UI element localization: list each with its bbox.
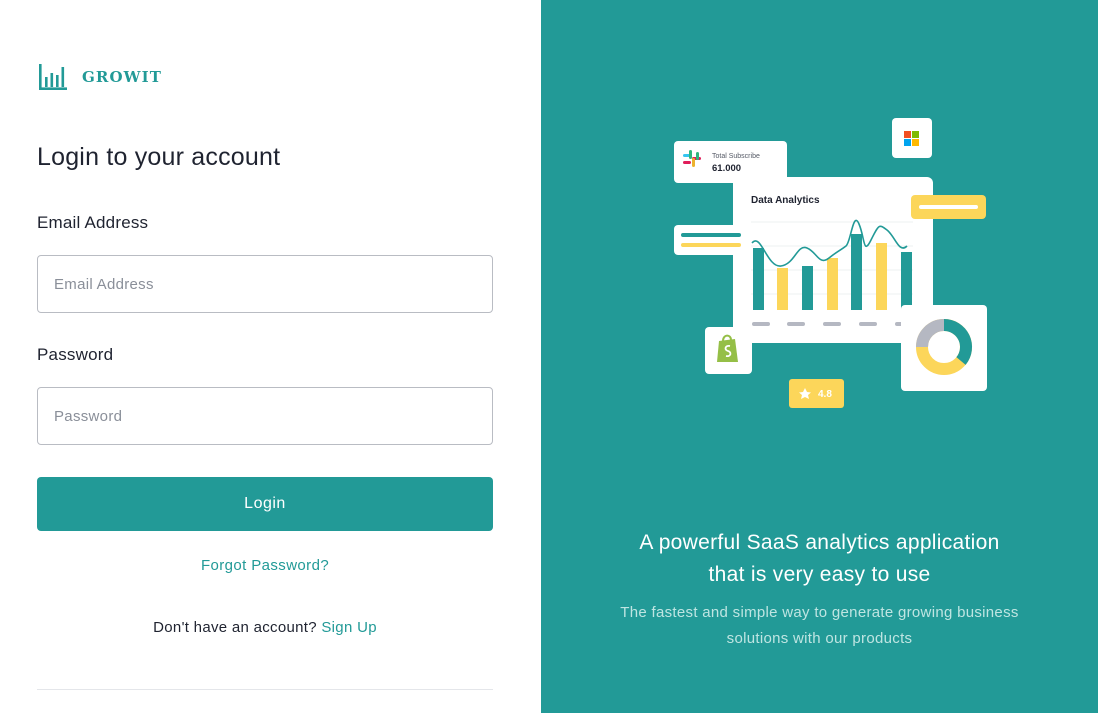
subscribe-label: Total Subscribe (712, 153, 760, 160)
password-label: Password (37, 345, 114, 364)
rating-badge (789, 379, 844, 408)
brand-logo[interactable]: GROWIT (38, 62, 162, 92)
chart-bar (777, 268, 788, 310)
rating-value: 4.8 (818, 389, 832, 400)
chart-bar (753, 248, 764, 310)
email-label: Email Address (37, 213, 149, 232)
analytics-illustration: Data Analytics Total Subscribe 61.000 4.… (674, 118, 987, 408)
divider (37, 689, 493, 690)
chart-bar (851, 234, 862, 310)
no-account-text: Don't have an account? (153, 619, 317, 636)
chart-title: Data Analytics (751, 195, 820, 206)
chart-bar (901, 252, 912, 310)
promo-subtext-line1: The fastest and simple way to generate g… (620, 604, 1019, 621)
signup-prompt: Don't have an account? Sign Up (37, 619, 493, 636)
subscribe-card (674, 141, 787, 183)
login-button[interactable]: Login (37, 477, 493, 531)
login-panel: GROWIT Login to your account Email Addre… (0, 0, 541, 713)
chart-bar (876, 243, 887, 310)
subscribe-value: 61.000 (712, 163, 741, 174)
promo-subtext-line2: solutions with our products (726, 630, 913, 647)
brand-name: GROWIT (82, 68, 162, 86)
promo-subtext: The fastest and simple way to generate g… (541, 600, 1098, 652)
email-field[interactable] (37, 255, 493, 313)
signup-link[interactable]: Sign Up (321, 619, 376, 636)
chart-bar (802, 266, 813, 310)
promo-panel: Data Analytics Total Subscribe 61.000 4.… (541, 0, 1098, 713)
donut-card (901, 305, 987, 391)
promo-headline-line1: A powerful SaaS analytics application (639, 531, 1000, 554)
forgot-password-link[interactable]: Forgot Password? (37, 557, 493, 574)
promo-headline-line2: that is very easy to use (708, 563, 931, 586)
label-card (674, 225, 749, 255)
bar-chart-logo-icon (39, 64, 67, 90)
chart-bar (827, 258, 838, 310)
page-title: Login to your account (37, 143, 281, 171)
promo-headline: A powerful SaaS analytics application th… (541, 527, 1098, 591)
password-field[interactable] (37, 387, 493, 445)
